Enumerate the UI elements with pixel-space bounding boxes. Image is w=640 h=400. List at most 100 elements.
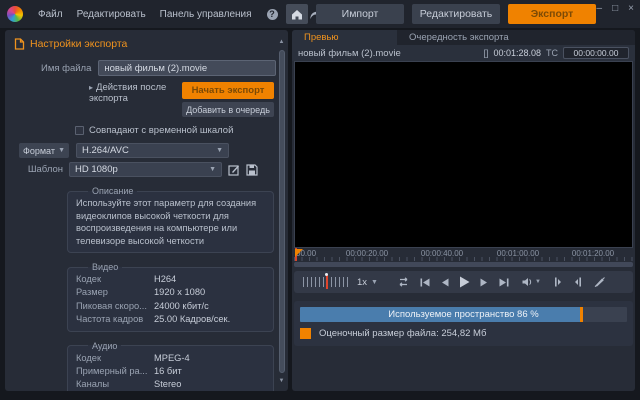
- playhead-marker[interactable]: [295, 249, 303, 257]
- skip-start-icon: [420, 278, 430, 287]
- scrollbar-thumb[interactable]: [279, 50, 285, 373]
- tab-export-queue[interactable]: Очередность экспорта: [397, 30, 521, 45]
- menu-control-panel[interactable]: Панель управления: [153, 9, 259, 20]
- loop-button[interactable]: [392, 271, 415, 293]
- export-settings-panel: Настройки экспорта Имя файла ▸Действия п…: [5, 30, 288, 391]
- start-export-button[interactable]: Начать экспорт: [182, 82, 274, 99]
- close-button[interactable]: ×: [628, 3, 634, 14]
- chevron-down-icon: ▼: [58, 147, 65, 154]
- video-size-row: Размер1920 x 1080: [76, 286, 265, 299]
- home-icon: [291, 9, 303, 20]
- volume-icon: [522, 277, 533, 287]
- transport-bar: 1x▼ ▼: [294, 271, 633, 293]
- menu-edit[interactable]: Редактировать: [70, 9, 153, 20]
- audio-samplesize-row: Примерный ра...16 бит: [76, 365, 265, 378]
- description-legend: Описание: [88, 186, 137, 196]
- template-select[interactable]: HD 1080p▼: [69, 162, 222, 177]
- preview-panel: Превью Очередность экспорта новый фильм …: [292, 30, 635, 391]
- jog-knob[interactable]: [325, 273, 328, 276]
- play-icon: [459, 276, 470, 288]
- help-icon[interactable]: ?: [267, 9, 278, 20]
- tc-label: TC: [546, 48, 558, 58]
- jog-center-marker: [326, 275, 328, 289]
- video-preview-screen[interactable]: [294, 61, 633, 248]
- timeline-ruler[interactable]: 00.00 00:00:20.00 00:00:40.00 00:01:00.0…: [294, 248, 633, 261]
- tab-import[interactable]: Импорт: [316, 4, 404, 24]
- timeline-scrollbar[interactable]: [294, 262, 633, 267]
- chevron-down-icon: ▼: [535, 279, 541, 285]
- settings-scrollbar[interactable]: ▲ ▼: [277, 38, 286, 385]
- snapshot-pen-icon: [594, 277, 605, 287]
- duration-value: 00:01:28.08: [493, 48, 541, 58]
- ruler-label: 00:01:00.00: [497, 249, 539, 258]
- minimize-button[interactable]: –: [597, 3, 603, 14]
- preview-file-name: новый фильм (2).movie: [298, 48, 483, 59]
- chevron-down-icon: ▼: [216, 147, 223, 154]
- audio-legend: Аудио: [88, 341, 121, 351]
- space-progress-label: Используемое пространство 86 %: [300, 307, 627, 322]
- save-template-button[interactable]: [246, 164, 258, 176]
- skip-start-button[interactable]: [415, 271, 435, 293]
- format-category-dropdown[interactable]: Формат▼: [19, 143, 69, 158]
- play-button[interactable]: [454, 271, 475, 293]
- ruler-label: 00:00:40.00: [421, 249, 463, 258]
- volume-button[interactable]: ▼: [522, 277, 541, 287]
- marker-out-icon: [574, 277, 582, 287]
- scroll-up-icon[interactable]: ▲: [277, 38, 286, 46]
- preview-tabs: Превью Очередность экспорта: [292, 30, 635, 45]
- marker-in-icon: [554, 277, 562, 287]
- panel-header: Настройки экспорта: [14, 38, 288, 50]
- match-timeline-checkbox[interactable]: [75, 126, 84, 135]
- ruler-label: 00:01:20.00: [572, 249, 614, 258]
- frame-forward-button[interactable]: [475, 271, 494, 293]
- description-text: Используйте этот параметр для создания в…: [76, 197, 265, 247]
- duration-brackets-icon: []: [483, 48, 488, 58]
- frame-back-icon: [440, 278, 449, 287]
- tab-edit[interactable]: Редактировать: [412, 4, 500, 24]
- audio-channels-row: КаналыStereo: [76, 378, 265, 391]
- post-export-actions-toggle[interactable]: ▸Действия после экспорта: [89, 82, 182, 104]
- edit-pencil-icon: [228, 164, 240, 176]
- match-timeline-label: Совпадают с временной шкалой: [89, 125, 233, 136]
- panel-title: Настройки экспорта: [30, 38, 127, 50]
- file-size-swatch: [300, 328, 311, 339]
- chevron-right-icon: ▸: [89, 83, 93, 92]
- snapshot-button[interactable]: [589, 277, 610, 287]
- template-label: Шаблон: [19, 164, 69, 175]
- jog-shuttle-slider[interactable]: [303, 277, 349, 287]
- tab-preview[interactable]: Превью: [292, 30, 397, 45]
- disk-space-box: Используемое пространство 86 % Оценочный…: [294, 301, 633, 346]
- marker-out-button[interactable]: [569, 277, 587, 287]
- menu-file[interactable]: Файл: [31, 9, 70, 20]
- tab-export[interactable]: Экспорт: [508, 4, 596, 24]
- preview-info-row: новый фильм (2).movie [] 00:01:28.08 TC: [292, 45, 635, 61]
- timecode-input[interactable]: [563, 47, 629, 59]
- window-controls: – □ ×: [597, 3, 634, 14]
- skip-end-button[interactable]: [494, 271, 514, 293]
- audio-codec-row: КодекMPEG-4: [76, 352, 265, 365]
- frame-back-button[interactable]: [435, 271, 454, 293]
- chevron-down-icon: ▼: [209, 166, 216, 173]
- description-group: Описание Используйте этот параметр для с…: [67, 186, 274, 253]
- add-to-queue-button[interactable]: Добавить в очередь: [182, 102, 274, 117]
- disk-space-progressbar: Используемое пространство 86 %: [300, 307, 627, 322]
- marker-in-button[interactable]: [549, 277, 567, 287]
- app-logo-icon: [7, 6, 23, 22]
- video-legend: Видео: [88, 262, 122, 272]
- chevron-down-icon: ▼: [371, 279, 378, 286]
- playback-speed-select[interactable]: 1x▼: [357, 277, 378, 288]
- video-bitrate-row: Пиковая скоро...24000 кбит/с: [76, 300, 265, 313]
- format-select[interactable]: H.264/AVC▼: [76, 143, 229, 158]
- scroll-down-icon[interactable]: ▼: [277, 377, 286, 385]
- home-button[interactable]: [286, 4, 308, 24]
- loop-icon: [397, 277, 410, 287]
- title-menu-bar: Файл Редактировать Панель управления ? И…: [0, 0, 640, 28]
- maximize-button[interactable]: □: [612, 3, 618, 14]
- edit-template-button[interactable]: [228, 164, 240, 176]
- file-name-label: Имя файла: [41, 63, 91, 74]
- file-name-input[interactable]: [98, 60, 276, 76]
- estimated-size-text: Оценочный размер файла: 254,82 Мб: [319, 328, 486, 339]
- video-group: Видео КодекH264 Размер1920 x 1080 Пикова…: [67, 262, 274, 332]
- skip-end-icon: [499, 278, 509, 287]
- frame-forward-icon: [480, 278, 489, 287]
